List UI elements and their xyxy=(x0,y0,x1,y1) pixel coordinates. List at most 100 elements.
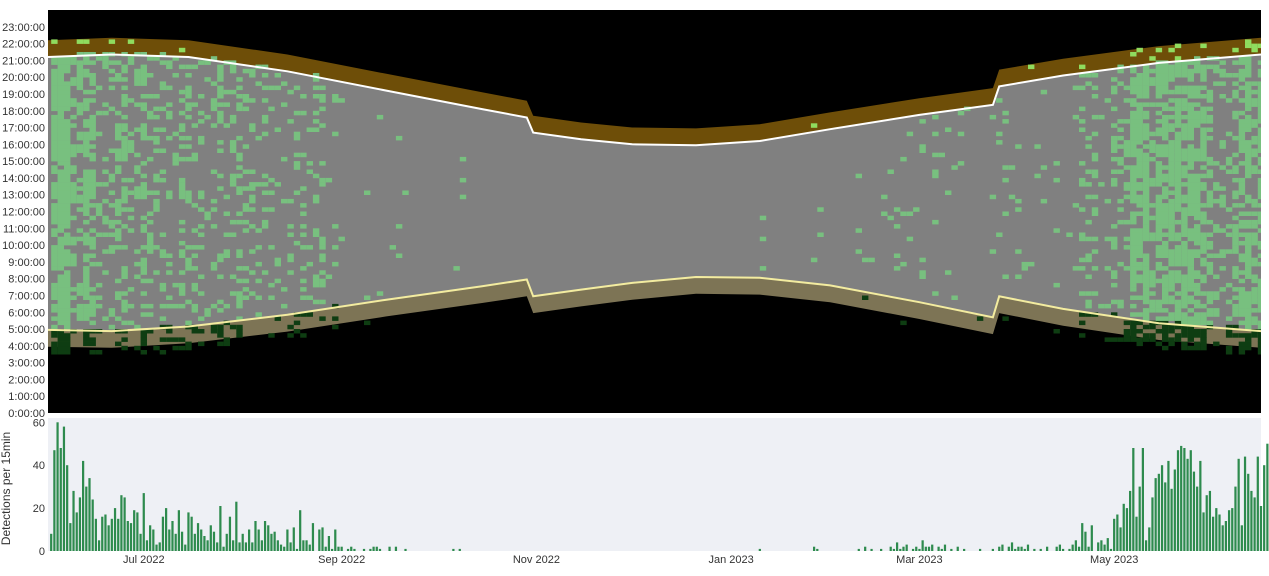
bar xyxy=(1135,516,1138,551)
bar xyxy=(113,508,117,551)
detection-cell xyxy=(178,182,186,187)
detection-cell xyxy=(1238,85,1246,91)
detection-cell xyxy=(159,303,167,309)
detection-cell xyxy=(1238,73,1246,78)
detection-cell xyxy=(1194,85,1201,91)
detection-cell xyxy=(1155,194,1163,200)
detection-cell xyxy=(57,203,64,208)
detection-cell xyxy=(319,282,326,288)
detection-cell xyxy=(185,144,192,149)
bar xyxy=(1020,546,1023,551)
detection-cell xyxy=(57,333,64,338)
detection-cell xyxy=(1168,152,1175,158)
detection-cell xyxy=(1232,165,1239,170)
detection-cell xyxy=(1251,291,1258,296)
detection-cell xyxy=(57,194,64,200)
detection-cell xyxy=(1206,127,1214,132)
detection-cell xyxy=(76,77,84,82)
detection-cell xyxy=(57,295,64,300)
detection-cell xyxy=(1251,81,1258,86)
detection-cell xyxy=(159,177,167,183)
bar xyxy=(142,493,145,551)
detection-cell xyxy=(1111,135,1118,141)
detection-cell xyxy=(306,261,313,267)
detection-cell xyxy=(121,123,128,128)
detection-cell xyxy=(1206,312,1214,317)
detection-cell xyxy=(1168,270,1175,275)
detection-cell xyxy=(1206,299,1214,305)
detection-cell xyxy=(217,341,224,347)
detection-cell xyxy=(1142,291,1150,296)
detection-cell xyxy=(217,308,224,313)
detection-cell xyxy=(57,110,64,116)
detection-cell xyxy=(1149,232,1156,237)
detection-cell xyxy=(236,253,243,258)
detection-cell xyxy=(1174,73,1182,78)
detection-cell xyxy=(159,148,167,153)
detection-cell xyxy=(1264,165,1269,170)
detection-cell xyxy=(64,337,71,342)
detection-cell xyxy=(127,177,135,183)
detection-cell xyxy=(1136,274,1143,279)
detection-cell xyxy=(1123,140,1131,145)
detection-cell xyxy=(89,73,96,78)
detection-cell xyxy=(274,127,281,132)
detection-cell xyxy=(76,236,84,242)
detection-cell xyxy=(1117,337,1124,342)
detection-cell xyxy=(1085,81,1092,86)
bar xyxy=(1014,548,1017,551)
detection-cell xyxy=(319,161,326,166)
detection-cell xyxy=(1142,94,1150,99)
detection-cell xyxy=(178,144,186,149)
bar xyxy=(458,548,461,551)
detection-cell xyxy=(217,73,224,78)
detection-cell xyxy=(236,266,243,271)
detection-cell xyxy=(1219,165,1226,170)
detection-cell xyxy=(1257,341,1261,347)
detection-cell xyxy=(140,102,147,107)
detection-cell xyxy=(89,236,96,242)
bar xyxy=(174,533,177,551)
detection-cell xyxy=(51,169,58,174)
detection-cell xyxy=(274,261,281,267)
detection-cell xyxy=(229,177,237,183)
detection-cell xyxy=(1206,295,1214,300)
detection-cell xyxy=(115,169,122,174)
detection-cell xyxy=(242,278,250,284)
detection-cell xyxy=(1187,110,1194,116)
detection-cell xyxy=(1162,102,1169,107)
detection-cell xyxy=(153,203,160,208)
detection-cell xyxy=(1225,350,1233,355)
detection-cell xyxy=(83,123,90,128)
detection-cell xyxy=(51,341,58,347)
detection-cell xyxy=(1213,274,1220,279)
heatmap-y-tick: 16:00:00 xyxy=(2,139,45,151)
detection-cell xyxy=(1232,249,1239,254)
detection-cell xyxy=(312,274,320,279)
detection-cell xyxy=(1257,89,1261,95)
detection-cell xyxy=(1245,152,1252,158)
detection-cell xyxy=(996,131,1003,137)
detection-cell xyxy=(1168,232,1175,237)
detection-cell xyxy=(261,114,269,120)
detection-cell xyxy=(1264,203,1269,208)
detection-cell xyxy=(1187,156,1194,162)
bar xyxy=(286,529,289,551)
detection-cell xyxy=(1174,312,1182,317)
detection-cell xyxy=(957,131,965,137)
detection-cell xyxy=(932,173,939,179)
detection-cell xyxy=(1168,337,1175,342)
detection-cell xyxy=(1155,316,1163,321)
detection-cell xyxy=(64,350,71,355)
detection-cell xyxy=(236,329,243,334)
detection-cell xyxy=(1136,236,1143,242)
bar xyxy=(1122,503,1125,551)
detection-cell xyxy=(1194,240,1201,246)
detection-cell xyxy=(115,156,122,162)
bar xyxy=(1189,450,1192,551)
detection-cell xyxy=(312,232,320,237)
detection-cell xyxy=(89,89,96,95)
detection-cell xyxy=(147,245,154,250)
detection-cell xyxy=(1168,228,1175,233)
detection-cell xyxy=(1257,73,1261,78)
